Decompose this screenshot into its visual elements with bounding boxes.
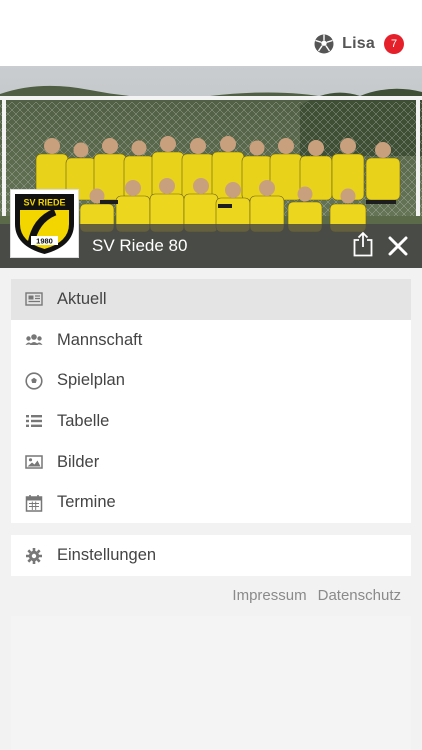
calendar-icon [25, 494, 43, 512]
crest-year: 1980 [36, 237, 53, 246]
user-menu[interactable]: Lisa 7 [314, 33, 404, 55]
menu-item-termine[interactable]: Termine [11, 482, 411, 523]
footer-area [11, 616, 411, 750]
top-bar: Lisa 7 [0, 0, 422, 66]
menu-item-einstellungen[interactable]: Einstellungen [11, 535, 411, 576]
image-icon [25, 455, 43, 469]
datenschutz-link[interactable]: Datenschutz [318, 587, 401, 604]
impressum-link[interactable]: Impressum [232, 587, 306, 604]
team-name: SV Riede 80 [92, 236, 188, 255]
share-icon[interactable] [352, 231, 374, 257]
menu-label: Aktuell [57, 289, 107, 308]
crest-title: SV RIEDE [23, 198, 65, 208]
user-name: Lisa [342, 35, 375, 52]
menu-item-spielplan[interactable]: Spielplan [11, 360, 411, 401]
close-icon[interactable] [388, 236, 408, 256]
team-icon [25, 334, 43, 346]
settings-label: Einstellungen [57, 546, 157, 564]
notification-badge[interactable]: 7 [384, 34, 404, 54]
menu-item-aktuell[interactable]: Aktuell [11, 279, 411, 320]
menu-item-bilder[interactable]: Bilder [11, 442, 411, 483]
news-icon [25, 292, 43, 307]
soccer-ball-icon [314, 34, 334, 54]
menu-item-mannschaft[interactable]: Mannschaft [11, 320, 411, 361]
main-menu: Aktuell Mannschaft Spielplan Tabelle Bil… [11, 279, 411, 523]
gear-icon [26, 547, 42, 564]
footer-links: Impressum Datenschutz [232, 587, 401, 604]
menu-label: Mannschaft [57, 330, 143, 349]
menu-label: Bilder [57, 452, 100, 471]
menu-label: Spielplan [57, 371, 125, 390]
menu-label: Tabelle [57, 411, 110, 430]
soccer-ball-icon [25, 372, 43, 390]
club-logo: SV RIEDE 1980 [10, 189, 79, 258]
club-crest: SV RIEDE 1980 [11, 190, 78, 257]
menu-label: Termine [57, 493, 116, 512]
list-icon [26, 415, 42, 428]
menu-item-tabelle[interactable]: Tabelle [11, 401, 411, 442]
